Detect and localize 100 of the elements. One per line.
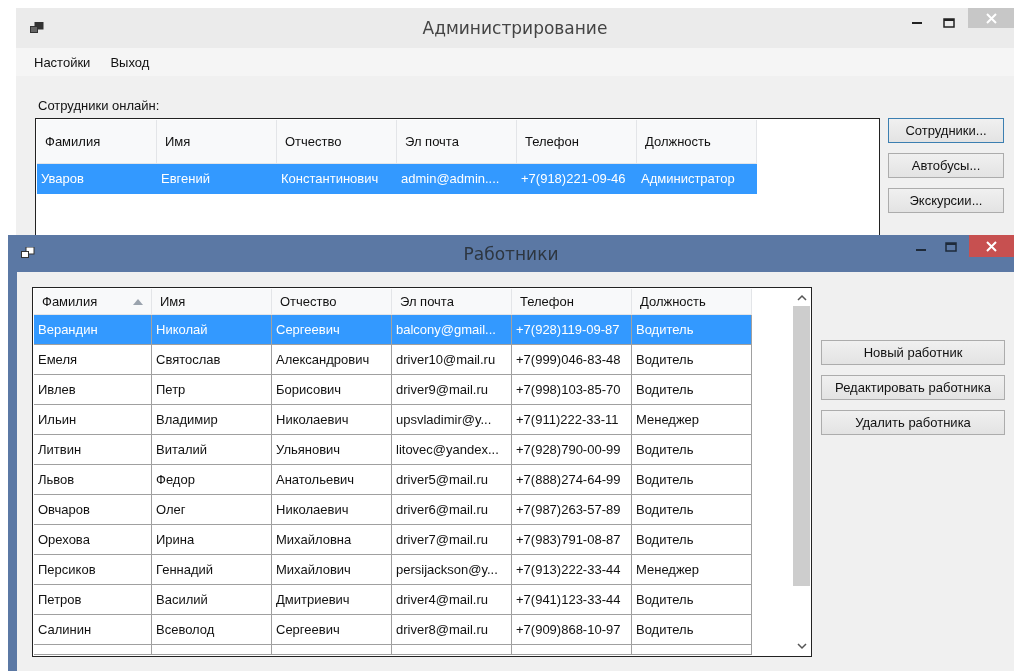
- column-header[interactable]: Эл почта: [392, 289, 512, 315]
- table-cell: litovec@yandex...: [392, 435, 512, 465]
- table-cell: Водитель: [632, 465, 752, 495]
- table-cell: Водитель: [632, 375, 752, 405]
- table-cell: Анатольевич: [272, 465, 392, 495]
- table-cell: Михайлович: [272, 555, 392, 585]
- table-cell: driver4@mail.ru: [392, 585, 512, 615]
- table-cell: +7(918)221-09-46: [517, 164, 637, 194]
- table-cell: Сергеевич: [272, 315, 392, 345]
- table-cell: Ивлев: [34, 375, 152, 405]
- table-cell: +7(911)222-33-11: [512, 405, 632, 435]
- scroll-down-icon[interactable]: [796, 642, 807, 650]
- table-cell: Овчаров: [34, 495, 152, 525]
- column-header[interactable]: Телефон: [512, 289, 632, 315]
- table-cell: Александрович: [272, 345, 392, 375]
- section-label: Сотрудники онлайн:: [38, 98, 161, 113]
- table-cell: +7(928)119-09-87: [512, 315, 632, 345]
- table-cell: Верандин: [34, 315, 152, 345]
- column-header[interactable]: Должность: [637, 120, 757, 164]
- table-cell: Федор: [152, 465, 272, 495]
- table-cell: +7(909)868-10-97: [512, 615, 632, 645]
- column-header[interactable]: Имя: [152, 289, 272, 315]
- table-cell: driver9@mail.ru: [392, 375, 512, 405]
- column-header[interactable]: Фамилия: [37, 120, 157, 164]
- table-cell: Ирина: [152, 525, 272, 555]
- column-header[interactable]: Имя: [157, 120, 277, 164]
- table-cell: driver5@mail.ru: [392, 465, 512, 495]
- table-cell: admin@admin....: [397, 164, 517, 194]
- column-header[interactable]: Фамилия: [34, 289, 152, 315]
- table-cell: Персиков: [34, 555, 152, 585]
- action-button[interactable]: Редактировать работника: [821, 375, 1005, 400]
- table-cell: Водитель: [632, 315, 752, 345]
- table-cell: balcony@gmail...: [392, 315, 512, 345]
- nav-button[interactable]: Сотрудники...: [888, 118, 1004, 143]
- table-cell: Водитель: [632, 435, 752, 465]
- menu-item[interactable]: Выход: [102, 54, 158, 70]
- table-cell: Администратор: [637, 164, 757, 194]
- maximize-icon[interactable]: [943, 18, 955, 28]
- table-cell: Евгений: [157, 164, 277, 194]
- table-cell: Олег: [152, 495, 272, 525]
- table-cell: Ульянович: [272, 435, 392, 465]
- table-cell: Литвин: [34, 435, 152, 465]
- table-cell: +7(987)263-57-89: [512, 495, 632, 525]
- table-cell: upsvladimir@y...: [392, 405, 512, 435]
- table-cell: driver6@mail.ru: [392, 495, 512, 525]
- table-cell: Водитель: [632, 345, 752, 375]
- nav-button[interactable]: Экскурсии...: [888, 188, 1004, 213]
- table-cell: persijackson@y...: [392, 555, 512, 585]
- table-cell: Водитель: [632, 525, 752, 555]
- table-cell: +7(999)046-83-48: [512, 345, 632, 375]
- table-cell: Борисович: [272, 375, 392, 405]
- minimize-icon[interactable]: [912, 21, 922, 25]
- table-cell: Николай: [152, 315, 272, 345]
- app-icon: [21, 247, 35, 259]
- table-cell: Петр: [152, 375, 272, 405]
- table-cell: Менеджер: [632, 405, 752, 435]
- action-button[interactable]: Удалить работника: [821, 410, 1005, 435]
- menu-item[interactable]: Настойки: [26, 54, 99, 70]
- table-cell: +7(928)790-00-99: [512, 435, 632, 465]
- table-cell: Святослав: [152, 345, 272, 375]
- column-header[interactable]: Должность: [632, 289, 752, 315]
- table-cell: Уваров: [37, 164, 157, 194]
- table-cell: Водитель: [632, 495, 752, 525]
- table-cell: +7(888)274-64-99: [512, 465, 632, 495]
- table-cell: +7(983)791-08-87: [512, 525, 632, 555]
- table-cell: Ильин: [34, 405, 152, 435]
- table-cell: +7(913)222-33-44: [512, 555, 632, 585]
- table-cell: Дмитриевич: [272, 585, 392, 615]
- scroll-up-icon[interactable]: [796, 294, 807, 302]
- window-title: Работники: [463, 243, 559, 264]
- table-cell: Емеля: [34, 345, 152, 375]
- table-cell: Николаевич: [272, 495, 392, 525]
- table-cell: Петров: [34, 585, 152, 615]
- column-header[interactable]: Отчество: [272, 289, 392, 315]
- column-header[interactable]: Эл почта: [397, 120, 517, 164]
- column-header[interactable]: Отчество: [277, 120, 397, 164]
- table-cell: +7(998)103-85-70: [512, 375, 632, 405]
- table-cell: Василий: [152, 585, 272, 615]
- table-cell: Геннадий: [152, 555, 272, 585]
- action-button[interactable]: Новый работник: [821, 340, 1005, 365]
- table-cell: +7(941)123-33-44: [512, 585, 632, 615]
- table-cell: Менеджер: [632, 555, 752, 585]
- table-cell: Николаевич: [272, 405, 392, 435]
- table-cell: Львов: [34, 465, 152, 495]
- table-cell: driver10@mail.ru: [392, 345, 512, 375]
- app-icon: [30, 21, 44, 34]
- table-cell: Орехова: [34, 525, 152, 555]
- table-cell: driver7@mail.ru: [392, 525, 512, 555]
- table-cell: Михайловна: [272, 525, 392, 555]
- table-cell: Владимир: [152, 405, 272, 435]
- table-cell: driver8@mail.ru: [392, 615, 512, 645]
- column-header[interactable]: Телефон: [517, 120, 637, 164]
- scroll-thumb[interactable]: [793, 306, 810, 586]
- close-icon[interactable]: [986, 240, 997, 252]
- table-cell: Виталий: [152, 435, 272, 465]
- window-title: Администрирование: [422, 18, 608, 38]
- table-cell: Водитель: [632, 585, 752, 615]
- nav-button[interactable]: Автобусы...: [888, 153, 1004, 178]
- sort-ascending-icon: [133, 298, 143, 305]
- table-cell: Салинин: [34, 615, 152, 645]
